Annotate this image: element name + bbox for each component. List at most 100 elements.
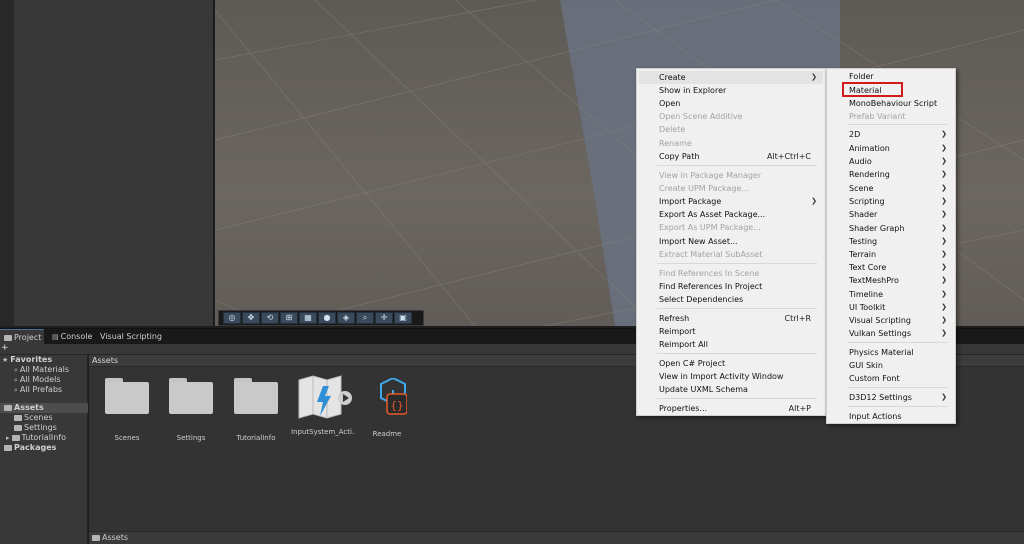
tab-visual-scripting-graph[interactable]: Visual Scripting Graph (96, 329, 186, 357)
menu-item-properties[interactable]: Properties... Alt+P (639, 402, 823, 415)
menu-item-create[interactable]: Create ❯ (639, 71, 823, 84)
menu-item-view-in-import-activity-window[interactable]: View in Import Activity Window (639, 370, 823, 383)
menu-item-scene[interactable]: Scene ❯ (829, 182, 953, 195)
menu-item-label: Export As UPM Package... (659, 223, 761, 232)
asset-readme[interactable]: {} Readme (357, 376, 417, 438)
folder-icon (11, 434, 20, 441)
rect-tool-icon[interactable]: ▦ (299, 312, 317, 324)
menu-item-label: Folder (849, 72, 874, 81)
menu-item-delete: Delete (639, 123, 823, 136)
menu-item-copy-path[interactable]: Copy Path Alt+Ctrl+C (639, 150, 823, 163)
readme-icon: {} (380, 376, 408, 415)
transform-tool-icon[interactable]: ✛ (375, 312, 393, 324)
menu-item-update-uxml-schema[interactable]: Update UXML Schema (639, 383, 823, 396)
menu-item-input-actions[interactable]: Input Actions (829, 410, 953, 423)
menu-item-timeline[interactable]: Timeline ❯ (829, 288, 953, 301)
menu-item-physics-material[interactable]: Physics Material (829, 346, 953, 359)
menu-item-label: Vulkan Settings (849, 329, 912, 338)
menu-item-vulkan-settings[interactable]: Vulkan Settings ❯ (829, 327, 953, 340)
chevron-right-icon: ❯ (941, 263, 947, 271)
menu-item-shader-graph[interactable]: Shader Graph ❯ (829, 222, 953, 235)
menu-item-reimport[interactable]: Reimport (639, 325, 823, 338)
menu-item-show-in-explorer[interactable]: Show in Explorer (639, 84, 823, 97)
menu-item-label: Scripting (849, 197, 885, 206)
menu-item-label: Delete (659, 125, 686, 134)
add-button[interactable]: + (1, 343, 9, 353)
asset-inputsystem-actions[interactable]: InputSystem_Acti... (291, 375, 355, 436)
menu-item-find-references-in-project[interactable]: Find References In Project (639, 280, 823, 293)
menu-item-testing[interactable]: Testing ❯ (829, 235, 953, 248)
menu-item-textmeshpro[interactable]: TextMeshPro ❯ (829, 274, 953, 287)
tree-assets[interactable]: Assets (0, 403, 88, 413)
menu-item-label: Export As Asset Package... (659, 210, 766, 219)
chevron-right-icon: ❯ (941, 130, 947, 138)
menu-item-d3d12-settings[interactable]: D3D12 Settings ❯ (829, 391, 953, 404)
asset-folder-settings[interactable]: Settings (161, 378, 221, 442)
menu-item-custom-font[interactable]: Custom Font (829, 372, 953, 385)
menu-item-label: Scene (849, 184, 874, 193)
menu-item-gui-skin[interactable]: GUI Skin (829, 359, 953, 372)
search-tool-icon[interactable]: ⌕ (356, 312, 374, 324)
asset-folder-scenes[interactable]: Scenes (97, 378, 157, 442)
menu-item-export-as-asset-package[interactable]: Export As Asset Package... (639, 208, 823, 221)
rotate-tool-icon[interactable]: ⟲ (261, 312, 279, 324)
menu-item-monobehaviour-script[interactable]: MonoBehaviour Script (829, 97, 953, 110)
tree-packages[interactable]: Packages (0, 443, 56, 453)
menu-item-select-dependencies[interactable]: Select Dependencies (639, 293, 823, 306)
menu-item-label: Terrain (849, 250, 877, 259)
tree-item-all-models[interactable]: ⌕ All Models (0, 375, 61, 385)
tree-item-settings[interactable]: Settings (0, 423, 57, 433)
menu-item-2d[interactable]: 2D ❯ (829, 128, 953, 141)
menu-item-label: Shader Graph (849, 224, 905, 233)
project-sidebar: ★ Favorites ⌕ All Materials ⌕ All Models ⌕ A… (0, 355, 88, 544)
sphere-tool-icon[interactable]: ● (318, 312, 336, 324)
move-tool-icon[interactable]: ✥ (242, 312, 260, 324)
menu-item-import-package[interactable]: Import Package ❯ (639, 195, 823, 208)
custom-tool-icon[interactable]: ▣ (394, 312, 412, 324)
tab-console[interactable]: ▤ Console (48, 329, 94, 345)
console-icon: ▤ (52, 333, 59, 341)
tree-item-tutorialinfo[interactable]: ▸ TutorialInfo (0, 433, 66, 443)
tree-item-all-materials[interactable]: ⌕ All Materials (0, 365, 69, 375)
shortcut-label: Alt+P (788, 404, 811, 413)
menu-item-text-core[interactable]: Text Core ❯ (829, 261, 953, 274)
highlight-box (842, 82, 903, 97)
menu-item-refresh[interactable]: Refresh Ctrl+R (639, 312, 823, 325)
menu-item-rendering[interactable]: Rendering ❯ (829, 168, 953, 181)
menu-item-ui-toolkit[interactable]: UI Toolkit ❯ (829, 301, 953, 314)
menu-item-open[interactable]: Open (639, 97, 823, 110)
hierarchy-panel[interactable] (14, 0, 214, 326)
menu-item-scripting[interactable]: Scripting ❯ (829, 195, 953, 208)
menu-item-open-c-project[interactable]: Open C# Project (639, 357, 823, 370)
menu-item-terrain[interactable]: Terrain ❯ (829, 248, 953, 261)
menu-item-label: Rename (659, 139, 692, 148)
chevron-right-icon: ❯ (941, 157, 947, 165)
menu-separator (847, 406, 947, 407)
tree-favorites[interactable]: ★ Favorites (0, 355, 52, 365)
menu-item-reimport-all[interactable]: Reimport All (639, 338, 823, 351)
menu-item-label: Copy Path (659, 152, 700, 161)
menu-item-label: View in Package Manager (659, 171, 762, 180)
menu-item-audio[interactable]: Audio ❯ (829, 155, 953, 168)
layers-tool-icon[interactable]: ◈ (337, 312, 355, 324)
tree-item-all-prefabs[interactable]: ⌕ All Prefabs (0, 385, 62, 395)
orbit-tool-icon[interactable]: ◎ (223, 312, 241, 324)
chevron-right-icon: ❯ (941, 303, 947, 311)
menu-item-open-scene-additive: Open Scene Additive (639, 110, 823, 123)
scale-tool-icon[interactable]: ⊞ (280, 312, 298, 324)
menu-item-label: Testing (849, 237, 878, 246)
asset-folder-tutorialinfo[interactable]: TutorialInfo (226, 378, 286, 442)
menu-item-label: Import Package (659, 197, 722, 206)
menu-item-visual-scripting[interactable]: Visual Scripting ❯ (829, 314, 953, 327)
menu-item-label: Reimport (659, 327, 696, 336)
tree-item-scenes[interactable]: Scenes (0, 413, 53, 423)
menu-item-label: Shader (849, 210, 878, 219)
menu-item-shader[interactable]: Shader ❯ (829, 208, 953, 221)
menu-item-import-new-asset[interactable]: Import New Asset... (639, 235, 823, 248)
folder-icon (14, 424, 22, 431)
menu-item-find-references-in-scene: Find References In Scene (639, 267, 823, 280)
menu-item-label: Open Scene Additive (659, 112, 743, 121)
menu-item-label: Find References In Project (659, 282, 763, 291)
menu-item-animation[interactable]: Animation ❯ (829, 142, 953, 155)
menu-item-export-as-upm-package: Export As UPM Package... (639, 221, 823, 234)
